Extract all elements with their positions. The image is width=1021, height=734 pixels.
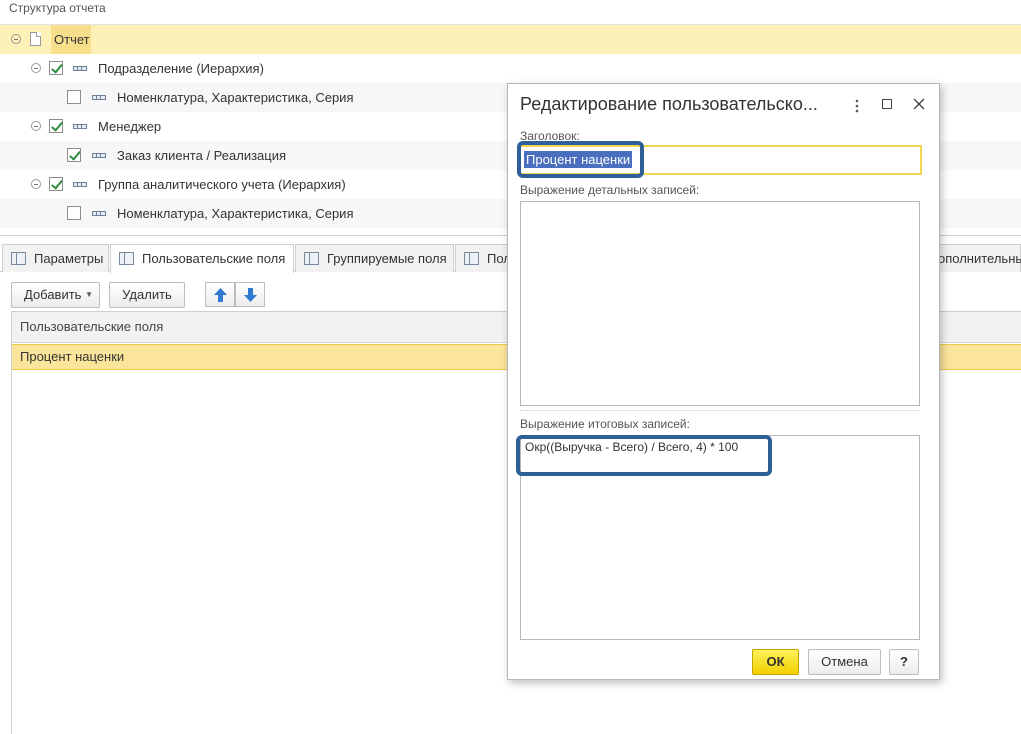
move-up-button[interactable] <box>205 282 235 307</box>
ok-button[interactable]: ОК <box>752 649 799 675</box>
summary-expression-label: Выражение итоговых записей: <box>520 417 690 431</box>
annotation-highlight-box <box>517 141 644 178</box>
structure-panel-title: Структура отчета <box>9 1 106 15</box>
tree-row-label: Группа аналитического учета (Иерархия) <box>98 177 346 192</box>
delete-button[interactable]: Удалить <box>109 282 185 308</box>
more-options-icon[interactable] <box>851 98 863 114</box>
grouping-icon <box>92 153 106 158</box>
collapse-icon[interactable] <box>31 63 41 73</box>
tree-row-label: Номенклатура, Характеристика, Серия <box>117 90 354 105</box>
checkbox[interactable] <box>67 148 81 162</box>
grouping-fields-icon <box>304 252 319 265</box>
dropdown-arrow-icon: ▼ <box>85 290 93 299</box>
tab-label: Параметры <box>34 251 104 266</box>
cancel-button[interactable]: Отмена <box>808 649 881 675</box>
collapse-icon[interactable] <box>11 34 21 44</box>
tab-parameters[interactable]: Параметры <box>2 244 109 272</box>
checkbox[interactable] <box>67 90 81 104</box>
splitter[interactable] <box>520 410 920 411</box>
tree-row-subdivision[interactable]: Подразделение (Иерархия) <box>0 54 1021 83</box>
add-button[interactable]: Добавить ▼ <box>11 282 100 308</box>
arrow-down-icon <box>244 288 257 302</box>
annotation-highlight-box <box>516 435 772 476</box>
maximize-icon[interactable] <box>882 99 892 109</box>
collapse-icon[interactable] <box>31 121 41 131</box>
list-row-label: Процент наценки <box>20 349 125 364</box>
tree-row-label: Заказ клиента / Реализация <box>117 148 287 163</box>
tree-row-report[interactable]: Отчет <box>0 25 1021 54</box>
delete-button-label: Удалить <box>122 287 172 302</box>
dialog-title: Редактирование пользовательско... <box>520 94 818 114</box>
checkbox[interactable] <box>49 119 63 133</box>
add-button-label: Добавить <box>24 287 82 302</box>
checkbox[interactable] <box>67 206 81 220</box>
tab-user-fields[interactable]: Пользовательские поля <box>110 244 294 273</box>
checkbox[interactable] <box>49 61 63 75</box>
tab-fields[interactable]: Пол <box>455 244 515 272</box>
grouping-icon <box>92 95 106 100</box>
fields-icon <box>464 252 479 265</box>
tree-row-label: Отчет <box>54 32 90 47</box>
tree-row-label: Подразделение (Иерархия) <box>98 61 264 76</box>
grouping-icon <box>73 124 87 129</box>
detail-expression-textarea[interactable] <box>520 201 920 406</box>
tree-row-label: Менеджер <box>98 119 162 134</box>
tab-label: Группируемые поля <box>327 251 447 266</box>
user-fields-icon <box>119 252 134 265</box>
detail-expression-label: Выражение детальных записей: <box>520 183 700 197</box>
tree-row-label: Номенклатура, Характеристика, Серия <box>117 206 354 221</box>
collapse-icon[interactable] <box>31 179 41 189</box>
close-icon[interactable] <box>912 97 926 111</box>
arrow-up-icon <box>214 288 227 302</box>
help-button[interactable]: ? <box>889 649 919 675</box>
move-down-button[interactable] <box>235 282 265 307</box>
parameters-icon <box>11 252 26 265</box>
checkbox[interactable] <box>49 177 63 191</box>
list-header-label: Пользовательские поля <box>20 319 164 334</box>
tab-label: Пользовательские поля <box>142 251 286 266</box>
document-icon <box>30 32 41 46</box>
grouping-icon <box>73 66 87 71</box>
tab-grouping-fields[interactable]: Группируемые поля <box>295 244 454 272</box>
grouping-icon <box>92 211 106 216</box>
tab-label: ополнительные <box>938 251 1021 266</box>
grouping-icon <box>73 182 87 187</box>
